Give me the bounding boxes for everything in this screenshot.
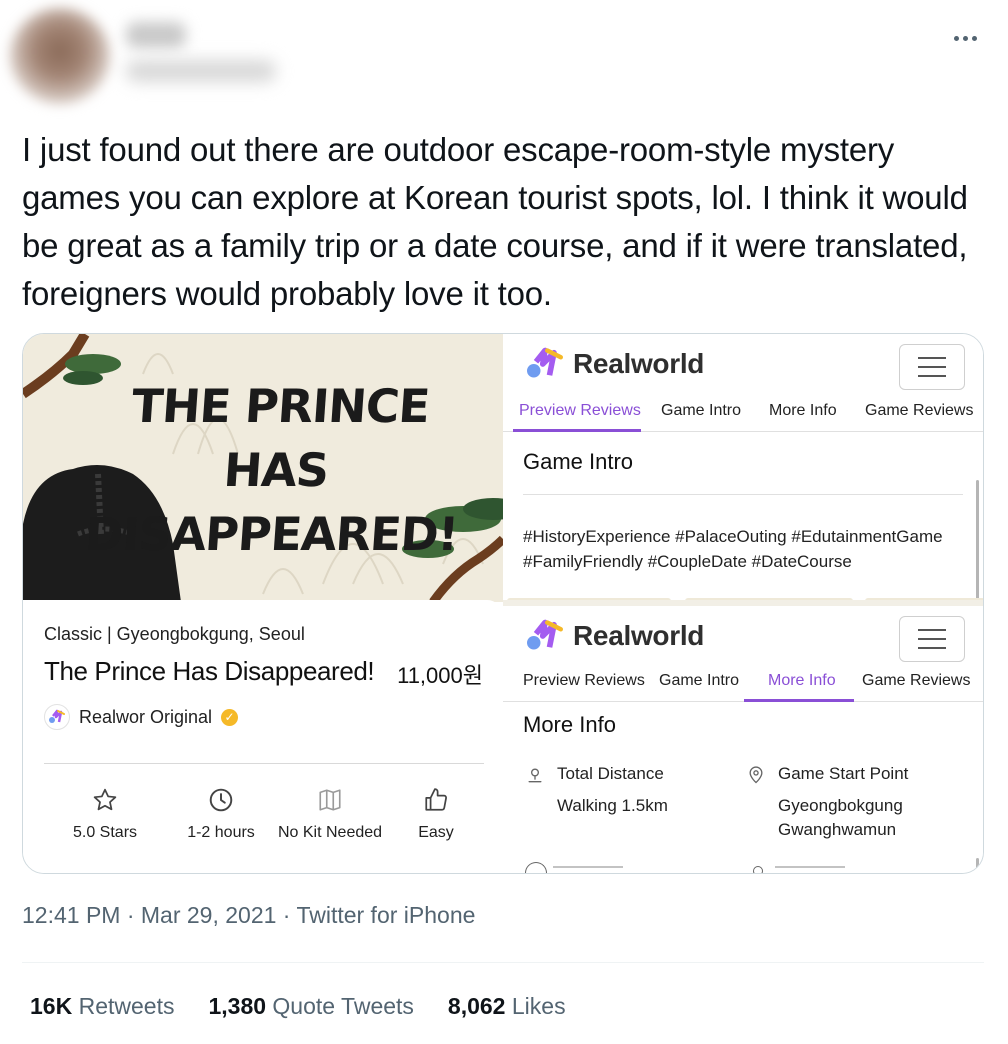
stat-label: Easy [418, 824, 454, 841]
app-logo[interactable]: Realworld [523, 346, 704, 382]
tab-preview-reviews[interactable]: Preview Reviews [519, 402, 641, 420]
retweets-label: Retweets [78, 993, 175, 1019]
app-logo-text: Realworld [573, 620, 705, 651]
game-category: Classic | Gyeongbokgung, Seoul [44, 624, 305, 644]
tab-more-info[interactable]: More Info [768, 672, 836, 690]
start-point-label: Game Start Point [778, 764, 909, 783]
app-logo[interactable]: Realworld [523, 618, 704, 654]
hamburger-menu-icon[interactable] [899, 616, 965, 662]
tab-bar: Preview Reviews Game Intro More Info Gam… [503, 666, 983, 702]
poster-title-line2: DISAPPEARED! [83, 507, 460, 561]
stat-label: 1-2 hours [187, 824, 255, 841]
info-icon-partial [525, 862, 547, 873]
likes-count: 8,062 [447, 993, 506, 1019]
active-tab-indicator [513, 429, 641, 432]
game-price: 11,000원 [397, 663, 483, 688]
realworld-logo-icon [44, 704, 70, 730]
brand-name: Realwor Original [79, 706, 213, 727]
tab-game-reviews[interactable]: Game Reviews [865, 402, 973, 420]
tweet-timestamp[interactable]: 12:41 PM · Mar 29, 2021 · Twitter for iP… [22, 902, 475, 929]
clock-icon [207, 786, 235, 814]
stat-label: No Kit Needed [277, 824, 383, 841]
map-icon [316, 786, 344, 814]
scrollbar[interactable] [976, 480, 979, 600]
hashtags-line1: #HistoryExperience #PalaceOuting #Edutai… [523, 527, 943, 546]
tweet-stats: 16K Retweets 1,380 Quote Tweets 8,062 Li… [30, 993, 566, 1020]
scrollbar[interactable] [976, 858, 979, 872]
more-horizontal-icon[interactable] [948, 28, 982, 48]
stat-label: 5.0 Stars [72, 824, 138, 841]
location-route-icon [528, 768, 542, 783]
likes-stat[interactable]: 8,062 Likes [448, 993, 566, 1020]
pin-icon-partial [753, 866, 763, 873]
stat-rating: 5.0 Stars [45, 786, 165, 842]
tab-game-reviews[interactable]: Game Reviews [862, 672, 970, 690]
tab-more-info[interactable]: More Info [769, 402, 837, 420]
game-title: The Prince Has Disappeared! [44, 656, 375, 686]
divider [523, 494, 963, 495]
clipped-text [775, 866, 845, 873]
avatar[interactable] [10, 8, 110, 104]
tab-bar: Preview Reviews Game Intro More Info Gam… [503, 396, 983, 432]
stat-kit: No Kit Needed [270, 786, 390, 842]
tweet-text: I just found out there are outdoor escap… [22, 131, 968, 312]
tweet-media-image[interactable]: THE PRINCE HAS DISAPPEARED! Classic | Gy… [22, 333, 984, 874]
section-title: More Info [523, 712, 616, 737]
hashtags: #HistoryExperience #PalaceOuting #Edutai… [523, 524, 973, 574]
section-title: Game Intro [523, 449, 634, 474]
star-icon [91, 786, 119, 814]
app-panel-game-intro: Realworld Preview Reviews Game Intro Mor… [503, 334, 983, 602]
stat-difficulty: Easy [376, 786, 496, 842]
distance-value: Walking 1.5km [557, 796, 668, 815]
divider [22, 962, 984, 963]
divider [44, 763, 484, 764]
stat-duration: 1-2 hours [161, 786, 281, 842]
poster-title: THE PRINCE HAS DISAPPEARED! [64, 374, 487, 566]
clipped-text [553, 866, 623, 873]
game-info-card[interactable]: Classic | Gyeongbokgung, Seoul The Princ… [23, 600, 503, 873]
hamburger-menu-icon[interactable] [899, 344, 965, 390]
tab-game-intro[interactable]: Game Intro [661, 402, 741, 420]
game-poster: THE PRINCE HAS DISAPPEARED! [23, 334, 503, 602]
realworld-logo-icon [527, 347, 563, 378]
retweets-stat[interactable]: 16K Retweets [30, 993, 174, 1020]
quote-tweets-stat[interactable]: 1,380 Quote Tweets [208, 993, 413, 1020]
app-logo-text: Realworld [573, 348, 705, 379]
start-point-item: Game Start Point Gyeongbokgung Gwanghwam… [746, 762, 908, 842]
start-point-value-line2: Gwanghwamun [778, 820, 897, 839]
quotes-count: 1,380 [208, 993, 267, 1019]
start-point-value-line1: Gyeongbokgung [778, 796, 903, 815]
tab-game-intro[interactable]: Game Intro [659, 672, 739, 690]
active-tab-indicator [744, 699, 854, 702]
poster-title-line1: THE PRINCE HAS [129, 379, 431, 497]
author-name-redacted[interactable] [126, 22, 186, 48]
brand-row[interactable]: Realwor Original ✓ [44, 704, 239, 730]
map-pin-icon [749, 766, 763, 784]
verified-check-icon: ✓ [221, 708, 239, 726]
realworld-logo-icon [527, 619, 563, 650]
total-distance-item: Total Distance Walking 1.5km [525, 762, 668, 818]
thumbs-up-icon [422, 786, 450, 814]
app-panel-more-info: Realworld Preview Reviews Game Intro Mor… [503, 606, 983, 873]
distance-label: Total Distance [557, 764, 664, 783]
author-handle-redacted[interactable] [126, 60, 276, 82]
hashtags-line2: #FamilyFriendly #CoupleDate #DateCourse [523, 552, 852, 571]
likes-label: Likes [511, 993, 566, 1019]
tweet-header [0, 0, 1008, 110]
retweets-count: 16K [30, 993, 73, 1019]
quotes-label: Quote Tweets [272, 993, 414, 1019]
tab-preview-reviews[interactable]: Preview Reviews [523, 672, 645, 690]
